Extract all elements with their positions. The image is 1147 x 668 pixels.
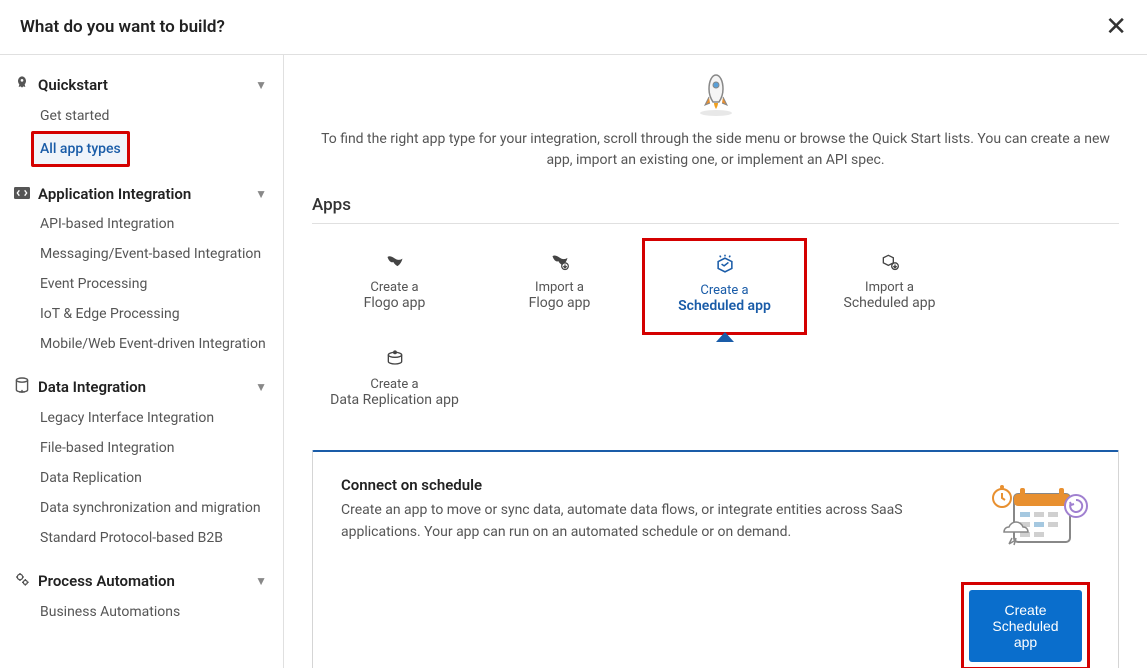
sidebar-item-event-processing[interactable]: Event Processing: [34, 269, 275, 299]
detail-title: Connect on schedule: [341, 476, 961, 494]
detail-text: Connect on schedule Create an app to mov…: [341, 476, 961, 543]
rocket-icon: [12, 75, 32, 95]
app-card-create-scheduled[interactable]: Create a Scheduled app: [642, 238, 807, 335]
sidebar-item-legacy-interface[interactable]: Legacy Interface Integration: [34, 403, 275, 433]
section-header-app-integration[interactable]: Application Integration ▼: [4, 179, 275, 209]
create-button-highlight: Create Scheduled app: [961, 582, 1090, 668]
app-card-import-flogo[interactable]: Import a Flogo app: [477, 238, 642, 335]
section-process-automation: Process Automation ▼ Business Automation…: [4, 565, 275, 627]
app-card-create-flogo[interactable]: Create a Flogo app: [312, 238, 477, 335]
section-header-quickstart[interactable]: Quickstart ▼: [4, 69, 275, 101]
intro-block: To find the right app type for your inte…: [312, 69, 1119, 171]
detail-panel: Connect on schedule Create an app to mov…: [312, 450, 1119, 668]
sidebar-item-messaging-event[interactable]: Messaging/Event-based Integration: [34, 239, 275, 269]
detail-desc: Create an app to move or sync data, auto…: [341, 500, 961, 543]
section-app-integration: Application Integration ▼ API-based Inte…: [4, 179, 275, 359]
section-title: Data Integration: [38, 378, 255, 396]
sidebar: Quickstart ▼ Get started All app types A…: [0, 55, 284, 668]
flogo-import-icon: [483, 250, 636, 274]
dialog-body: Quickstart ▼ Get started All app types A…: [0, 55, 1147, 668]
apps-heading: Apps: [312, 195, 1119, 224]
sidebar-item-api-based[interactable]: API-based Integration: [34, 209, 275, 239]
app-line2: Flogo app: [318, 295, 471, 311]
dialog-title: What do you want to build?: [20, 17, 225, 37]
section-header-process-automation[interactable]: Process Automation ▼: [4, 565, 275, 597]
detail-right: Create Scheduled app: [961, 476, 1090, 668]
selected-pointer-icon: [716, 332, 734, 342]
section-quickstart: Quickstart ▼ Get started All app types: [4, 69, 275, 167]
sidebar-item-mobile-web[interactable]: Mobile/Web Event-driven Integration: [34, 329, 275, 359]
code-block-icon: [12, 185, 32, 203]
section-title: Application Integration: [38, 185, 255, 203]
schedule-illustration-icon: [961, 476, 1090, 558]
sidebar-item-iot-edge[interactable]: IoT & Edge Processing: [34, 299, 275, 329]
sidebar-item-standard-protocol[interactable]: Standard Protocol-based B2B: [34, 523, 275, 553]
section-title: Quickstart: [38, 76, 255, 94]
gears-icon: [12, 571, 32, 591]
sidebar-item-get-started[interactable]: Get started: [34, 101, 275, 131]
section-title: Process Automation: [38, 572, 255, 590]
chevron-down-icon: ▼: [255, 78, 267, 92]
app-card-import-scheduled[interactable]: Import a Scheduled app: [807, 238, 972, 335]
sidebar-item-all-app-types[interactable]: All app types: [31, 131, 130, 167]
app-line1: Create a: [651, 283, 798, 298]
chevron-down-icon: ▼: [255, 187, 267, 201]
app-line1: Create a: [318, 377, 471, 392]
sidebar-item-data-sync[interactable]: Data synchronization and migration: [34, 493, 275, 523]
scheduled-import-icon: [813, 250, 966, 274]
close-icon[interactable]: ✕: [1105, 14, 1127, 40]
scheduled-icon: [651, 253, 798, 277]
app-line2: Data Replication app: [318, 392, 471, 408]
section-data-integration: Data Integration ▼ Legacy Interface Inte…: [4, 371, 275, 553]
app-line2: Flogo app: [483, 295, 636, 311]
app-card-create-data-replication[interactable]: Create a Data Replication app: [312, 335, 477, 426]
database-icon: [12, 377, 32, 397]
section-header-data-integration[interactable]: Data Integration ▼: [4, 371, 275, 403]
apps-grid: Create a Flogo app Import a Flogo app: [312, 238, 1119, 426]
intro-text: To find the right app type for your inte…: [312, 129, 1119, 171]
sidebar-item-file-based[interactable]: File-based Integration: [34, 433, 275, 463]
chevron-down-icon: ▼: [255, 380, 267, 394]
create-scheduled-app-button[interactable]: Create Scheduled app: [969, 590, 1082, 662]
flogo-icon: [318, 250, 471, 274]
app-line1: Import a: [483, 280, 636, 295]
app-line2: Scheduled app: [651, 298, 798, 314]
rocket-launch-icon: [312, 69, 1119, 121]
app-line1: Create a: [318, 280, 471, 295]
chevron-down-icon: ▼: [255, 574, 267, 588]
app-line1: Import a: [813, 280, 966, 295]
dialog-header: What do you want to build? ✕: [0, 0, 1147, 55]
data-replication-icon: [318, 347, 471, 371]
sidebar-item-data-replication[interactable]: Data Replication: [34, 463, 275, 493]
app-line2: Scheduled app: [813, 295, 966, 311]
main-content: To find the right app type for your inte…: [284, 55, 1147, 668]
sidebar-item-business-automations[interactable]: Business Automations: [34, 597, 275, 627]
